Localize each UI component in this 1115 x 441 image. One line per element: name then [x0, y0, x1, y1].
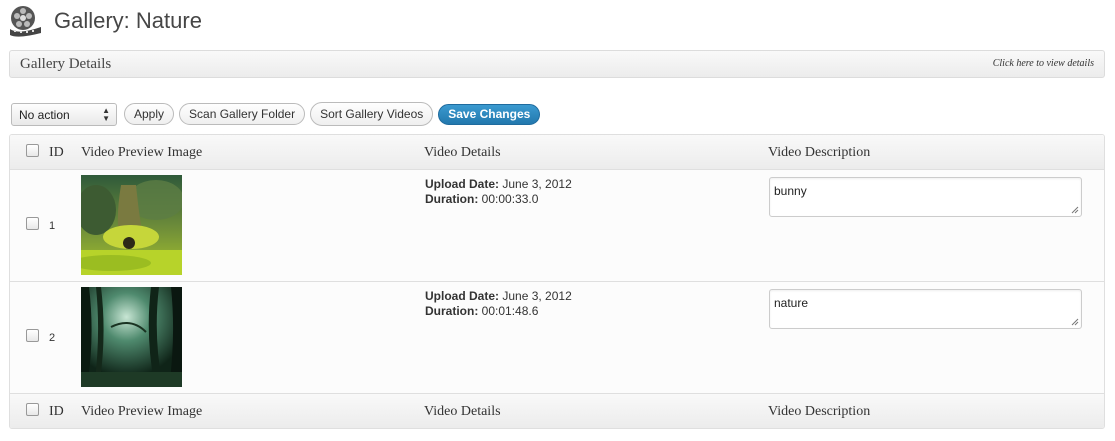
upload-date-label: Upload Date:: [425, 289, 500, 303]
table-header: ID Video Preview Image Video Details Vid…: [10, 135, 1104, 170]
video-description-value: nature: [774, 296, 809, 310]
video-preview-image[interactable]: [81, 287, 182, 387]
bulk-action-value: No action: [19, 107, 70, 122]
table-footer: ID Video Preview Image Video Details Vid…: [10, 393, 1104, 428]
film-reel-icon: [10, 6, 41, 37]
video-details: Upload Date: June 3, 2012 Duration: 00:0…: [425, 289, 572, 319]
gallery-details-panel[interactable]: Gallery Details Click here to view detai…: [9, 50, 1105, 78]
table-row: 2 Upload Date: June 3, 2012 Duration: 00…: [10, 282, 1104, 394]
footer-id: ID: [49, 404, 64, 419]
row-id: 1: [49, 220, 56, 232]
video-details: Upload Date: June 3, 2012 Duration: 00:0…: [425, 177, 572, 207]
row-checkbox[interactable]: [26, 217, 39, 230]
duration-label: Duration:: [425, 192, 479, 206]
select-arrows-icon: ▲ ▼: [102, 105, 110, 123]
header-description: Video Description: [768, 145, 871, 160]
scan-gallery-folder-button[interactable]: Scan Gallery Folder: [179, 103, 306, 125]
footer-description: Video Description: [768, 404, 871, 419]
duration-label: Duration:: [425, 304, 479, 318]
page-title: Gallery: Nature: [54, 8, 202, 33]
row-id: 2: [49, 332, 56, 344]
upload-date-label: Upload Date:: [425, 177, 500, 191]
save-changes-button[interactable]: Save Changes: [438, 103, 541, 125]
video-description-input[interactable]: nature: [769, 289, 1082, 329]
upload-date-value: June 3, 2012: [502, 177, 572, 191]
table-row: 1 Upload Date: June 3, 2012 Duration: 00…: [10, 170, 1104, 282]
sort-gallery-videos-button[interactable]: Sort Gallery Videos: [310, 102, 434, 126]
apply-button[interactable]: Apply: [124, 103, 175, 125]
resize-grip-icon[interactable]: [1071, 318, 1079, 326]
header-preview: Video Preview Image: [81, 145, 203, 160]
videos-table: ID Video Preview Image Video Details Vid…: [9, 134, 1105, 429]
row-checkbox[interactable]: [26, 329, 39, 342]
video-description-input[interactable]: bunny: [769, 177, 1082, 217]
video-description-value: bunny: [774, 184, 807, 198]
header-id: ID: [49, 145, 64, 160]
page-header: Gallery: Nature: [8, 4, 202, 38]
select-all-checkbox-footer[interactable]: [26, 403, 39, 416]
bulk-action-select[interactable]: No action ▲ ▼: [11, 102, 117, 126]
duration-value: 00:01:48.6: [481, 304, 539, 318]
header-details: Video Details: [424, 145, 501, 160]
resize-grip-icon[interactable]: [1071, 206, 1079, 214]
select-all-checkbox[interactable]: [26, 144, 39, 157]
footer-preview: Video Preview Image: [81, 404, 203, 419]
gallery-details-title: Gallery Details: [20, 56, 112, 72]
footer-details: Video Details: [424, 404, 501, 419]
video-preview-image[interactable]: [81, 175, 182, 275]
bulk-toolbar: No action ▲ ▼ Apply Scan Gallery Folder S…: [11, 102, 541, 126]
view-details-link[interactable]: Click here to view details: [993, 58, 1094, 69]
duration-value: 00:00:33.0: [481, 192, 539, 206]
upload-date-value: June 3, 2012: [502, 289, 572, 303]
